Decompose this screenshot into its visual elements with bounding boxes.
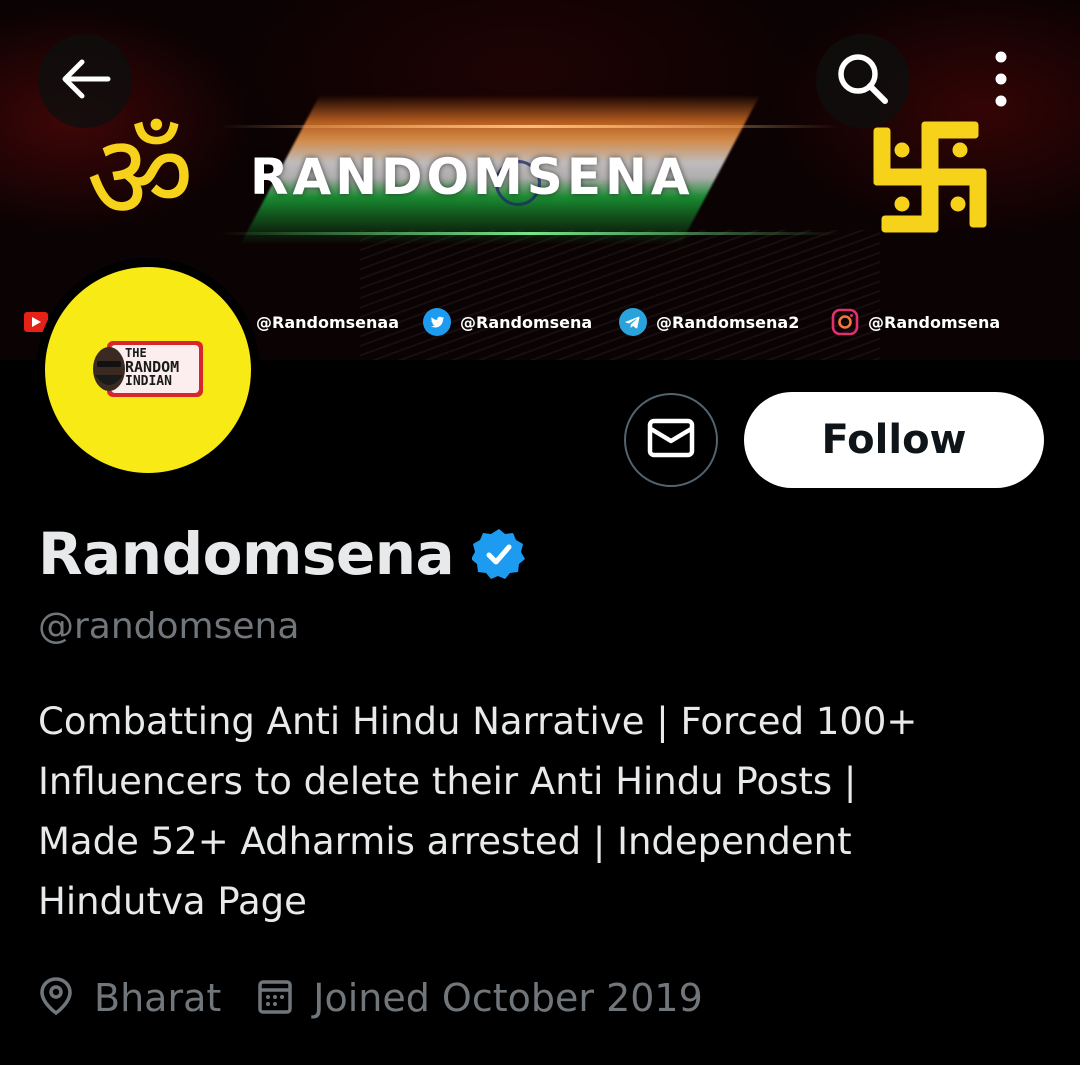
- social-telegram: @Randomsena2: [618, 304, 799, 340]
- om-symbol: ॐ: [86, 108, 194, 246]
- banner-glow-line-bottom: [220, 232, 840, 235]
- bio-line: Influencers to delete their Anti Hindu P…: [38, 760, 857, 803]
- avatar-logo: THE RANDOM INDIAN: [45, 267, 251, 473]
- social-instagram: @Randomsena: [830, 304, 1000, 340]
- search-icon: [833, 49, 893, 113]
- more-options-button[interactable]: [960, 34, 1042, 128]
- social-telegram-handle: @Randomsena2: [656, 312, 800, 332]
- avatar-text-line2: RANDOM: [125, 358, 180, 376]
- profile-meta: Bharat Joined October 2019: [38, 968, 739, 1028]
- search-button[interactable]: [816, 34, 910, 128]
- social-youtube: @Randomsenaa: [256, 304, 399, 340]
- profile-page: ॐ RANDOMSENA @Randomsenaa @Randomsena @R…: [0, 0, 1080, 1065]
- calendar-icon: [257, 977, 293, 1019]
- joined-date-text: Joined October 2019: [313, 976, 703, 1020]
- profile-bio: Combatting Anti Hindu Narrative | Forced…: [38, 692, 1048, 932]
- avatar-text-line3: INDIAN: [125, 374, 172, 389]
- bio-line: Made 52+ Adharmis arrested | Independent: [38, 820, 852, 863]
- banner-glow-line-top: [220, 125, 840, 128]
- display-name: Randomsena: [38, 520, 455, 588]
- follow-button[interactable]: Follow: [744, 392, 1044, 488]
- telegram-icon: [618, 307, 648, 337]
- profile-name-row: Randomsena: [38, 514, 526, 594]
- bio-line: Combatting Anti Hindu Narrative | Forced…: [38, 700, 918, 743]
- verified-badge-icon[interactable]: [471, 527, 526, 581]
- profile-handle: @randomsena: [38, 606, 300, 647]
- location-item: Bharat: [38, 976, 221, 1020]
- social-youtube-handle: @Randomsenaa: [256, 312, 399, 332]
- instagram-icon: [830, 307, 860, 337]
- back-button[interactable]: [38, 34, 132, 128]
- more-vertical-icon: [993, 49, 1009, 113]
- message-button[interactable]: [624, 393, 718, 487]
- bio-line: Hindutva Page: [38, 880, 307, 923]
- location-pin-icon: [38, 976, 74, 1020]
- back-arrow-icon: [58, 57, 112, 105]
- social-twitter-handle: @Randomsena: [460, 312, 593, 332]
- envelope-icon: [646, 417, 696, 463]
- twitter-icon: [422, 307, 452, 337]
- banner-wave-pattern: [360, 230, 880, 360]
- joined-item: Joined October 2019: [257, 976, 703, 1020]
- profile-avatar[interactable]: THE RANDOM INDIAN: [36, 258, 260, 482]
- swastika-icon: [862, 112, 997, 242]
- social-instagram-handle: @Randomsena: [868, 312, 1001, 332]
- location-text: Bharat: [94, 976, 222, 1020]
- social-twitter: @Randomsena: [422, 304, 592, 340]
- banner-title: RANDOMSENA: [250, 148, 694, 206]
